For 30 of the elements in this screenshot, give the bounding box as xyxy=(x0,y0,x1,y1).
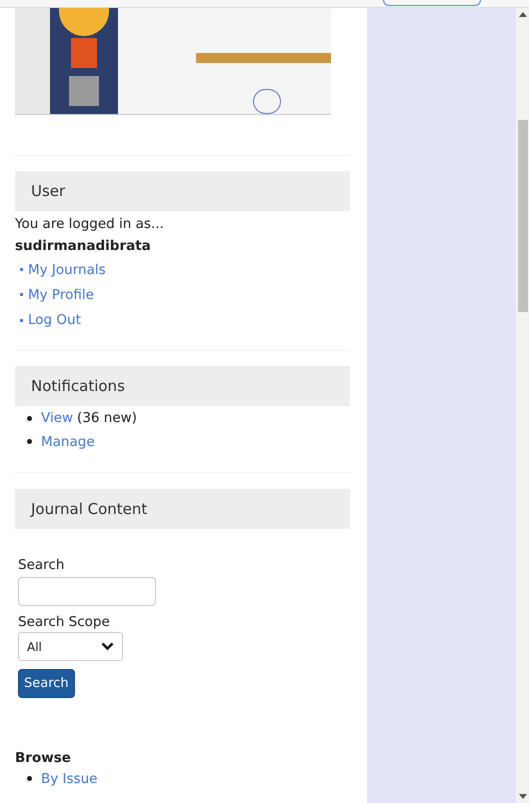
login-status-text: You are logged in as... xyxy=(15,215,165,234)
bullet-icon xyxy=(20,293,23,296)
search-button[interactable]: Search xyxy=(18,669,75,698)
username: sudirmanadibrata xyxy=(15,237,152,256)
scrollbar[interactable] xyxy=(516,8,529,803)
browse-link[interactable]: By Issue xyxy=(41,768,98,789)
block-header: Journal Content xyxy=(15,488,350,529)
search-field[interactable] xyxy=(18,577,156,606)
bullet-icon xyxy=(20,268,23,272)
bullet-icon xyxy=(27,416,32,421)
user-menu-link[interactable]: My Journals xyxy=(28,260,106,280)
notification-link[interactable]: Manage xyxy=(41,432,95,452)
chevron-down-icon xyxy=(101,642,114,652)
notification-count: (36 new) xyxy=(77,409,137,428)
scrollbar-thumb[interactable] xyxy=(518,120,528,312)
notification-link[interactable]: View xyxy=(41,408,74,428)
user-menu-link[interactable]: Log Out xyxy=(28,310,81,330)
block-header: Notifications xyxy=(15,366,350,406)
toolbar-pill[interactable] xyxy=(383,0,481,6)
bullet-icon xyxy=(20,318,23,322)
browse-heading: Browse xyxy=(15,749,72,768)
scroll-up-icon[interactable] xyxy=(518,12,526,17)
user-menu-link[interactable]: My Profile xyxy=(28,284,94,305)
bullet-icon xyxy=(27,439,32,444)
block-header: User xyxy=(15,171,350,211)
scroll-down-icon[interactable] xyxy=(518,794,526,799)
search-scope-select[interactable]: All xyxy=(18,632,123,662)
bullet-icon xyxy=(27,776,32,782)
search-label: Search xyxy=(18,556,64,575)
search-scope-label: Search Scope xyxy=(18,613,110,632)
